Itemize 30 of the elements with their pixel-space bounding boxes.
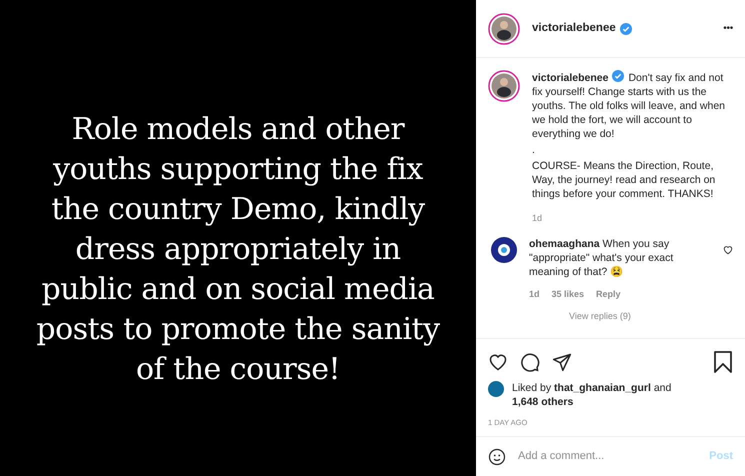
- comment-field[interactable]: Add a comment...: [518, 448, 698, 465]
- likes-text: Liked by that_ghanaian_gurl and 1,648 others: [512, 380, 672, 409]
- post-text-line: Role models and other: [72, 111, 404, 149]
- heart-icon[interactable]: [723, 245, 733, 255]
- username-link[interactable]: ohemaaghana: [529, 238, 600, 250]
- comment-icon[interactable]: [520, 352, 540, 372]
- send-icon[interactable]: [552, 352, 572, 372]
- timestamp: 1d: [529, 288, 540, 301]
- username-link[interactable]: that_ghanaian_gurl: [554, 382, 651, 394]
- timestamp: 1d: [532, 212, 544, 225]
- post-text-line: the country Demo, kindly: [51, 191, 425, 229]
- liker-avatar-icon: [488, 380, 504, 397]
- avatar-icon: [488, 70, 520, 102]
- username-link[interactable]: victorialebenee: [532, 72, 608, 84]
- like-icon[interactable]: [488, 352, 508, 372]
- avatar-icon: [488, 12, 520, 44]
- caption-text: .: [532, 143, 536, 157]
- post-text-line: of the course!: [136, 351, 340, 389]
- comment-text: ohemaaghana When you say "appropriate" what's your exact meaning of that? 😫: [529, 237, 674, 279]
- avatar-icon: [491, 237, 517, 263]
- emoji-icon[interactable]: [488, 448, 506, 466]
- post-text-line: public and on social media: [42, 271, 434, 309]
- post-text-line: dress appropriately in: [75, 231, 401, 269]
- caption-text: COURSE- Means the Direction, Route, Way, the journey! read and research on things before your comment. THANKS!: [532, 159, 716, 201]
- caption-text: victorialebenee Don't say fix and not fix yourself! Change starts with us the youths. The old folks will leave, and when we hold the fort, we will account to everything we do!: [532, 70, 726, 141]
- username-link[interactable]: victorialebenee: [532, 20, 616, 38]
- more-button[interactable]: •••: [723, 21, 733, 36]
- post-text-line: youths supporting the fix: [53, 151, 423, 189]
- bookmark-icon[interactable]: [713, 350, 733, 373]
- post-text-line: posts to promote the sanity: [36, 311, 440, 349]
